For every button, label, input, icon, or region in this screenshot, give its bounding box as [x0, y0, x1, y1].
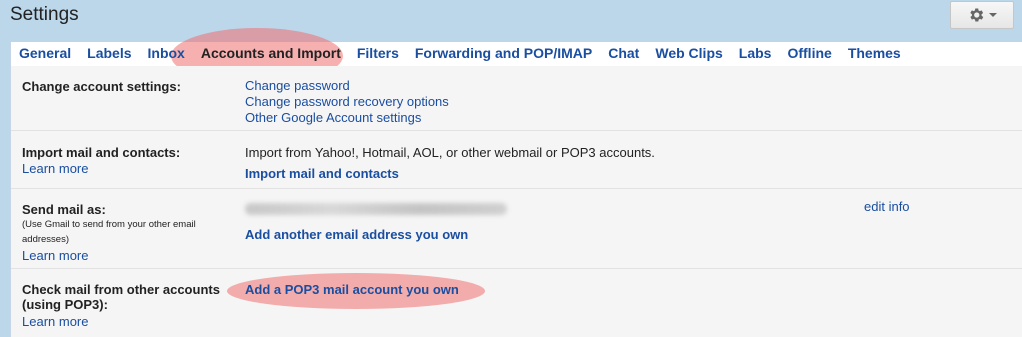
row-send-mail: Send mail as: (Use Gmail to send from yo…	[11, 189, 1022, 269]
tab-chat[interactable]: Chat	[608, 45, 639, 61]
send-mail-sub: (Use Gmail to send from your other email…	[22, 219, 196, 245]
edit-info-link[interactable]: edit info	[864, 199, 910, 215]
send-mail-label: Send mail as:	[22, 202, 106, 217]
tab-accounts-and-import[interactable]: Accounts and Import	[201, 45, 341, 61]
tab-inbox[interactable]: Inbox	[148, 45, 185, 61]
add-pop3-account-link[interactable]: Add a POP3 mail account you own	[245, 282, 459, 298]
tab-themes[interactable]: Themes	[848, 45, 901, 61]
tab-labs[interactable]: Labs	[739, 45, 772, 61]
settings-rows: Change account settings: Change password…	[11, 66, 1022, 337]
change-password-link[interactable]: Change password	[245, 78, 350, 94]
import-mail-label: Import mail and contacts:	[22, 145, 181, 160]
tab-labels[interactable]: Labels	[87, 45, 131, 61]
change-account-label: Change account settings:	[22, 79, 181, 94]
send-learn-more-link[interactable]: Learn more	[22, 248, 88, 263]
import-mail-contacts-link[interactable]: Import mail and contacts	[245, 166, 399, 182]
page-title: Settings	[10, 4, 79, 25]
tab-general[interactable]: General	[19, 45, 71, 61]
tab-web-clips[interactable]: Web Clips	[655, 45, 722, 61]
check-mail-label: Check mail from other accounts (using PO…	[22, 282, 220, 312]
row-change-account: Change account settings: Change password…	[11, 66, 1022, 131]
check-learn-more-link[interactable]: Learn more	[22, 314, 88, 329]
other-google-settings-link[interactable]: Other Google Account settings	[245, 110, 421, 126]
add-email-address-link[interactable]: Add another email address you own	[245, 227, 468, 243]
tab-filters[interactable]: Filters	[357, 45, 399, 61]
import-learn-more-link[interactable]: Learn more	[22, 161, 88, 176]
tab-forwarding-pop-imap[interactable]: Forwarding and POP/IMAP	[415, 45, 592, 61]
tab-offline[interactable]: Offline	[787, 45, 831, 61]
row-check-mail: Check mail from other accounts (using PO…	[11, 269, 1022, 337]
redacted-email	[245, 203, 507, 215]
row-import-mail: Import mail and contacts: Learn more Imp…	[11, 131, 1022, 189]
change-recovery-link[interactable]: Change password recovery options	[245, 94, 449, 110]
settings-panel: General Labels Inbox Accounts and Import…	[10, 28, 1022, 337]
gear-icon	[970, 8, 984, 22]
import-description: Import from Yahoo!, Hotmail, AOL, or oth…	[245, 145, 655, 160]
header-bar: Settings	[0, 0, 1022, 40]
tab-bar: General Labels Inbox Accounts and Import…	[11, 42, 1022, 64]
chevron-down-icon	[989, 13, 997, 17]
settings-gear-button[interactable]	[950, 1, 1014, 29]
